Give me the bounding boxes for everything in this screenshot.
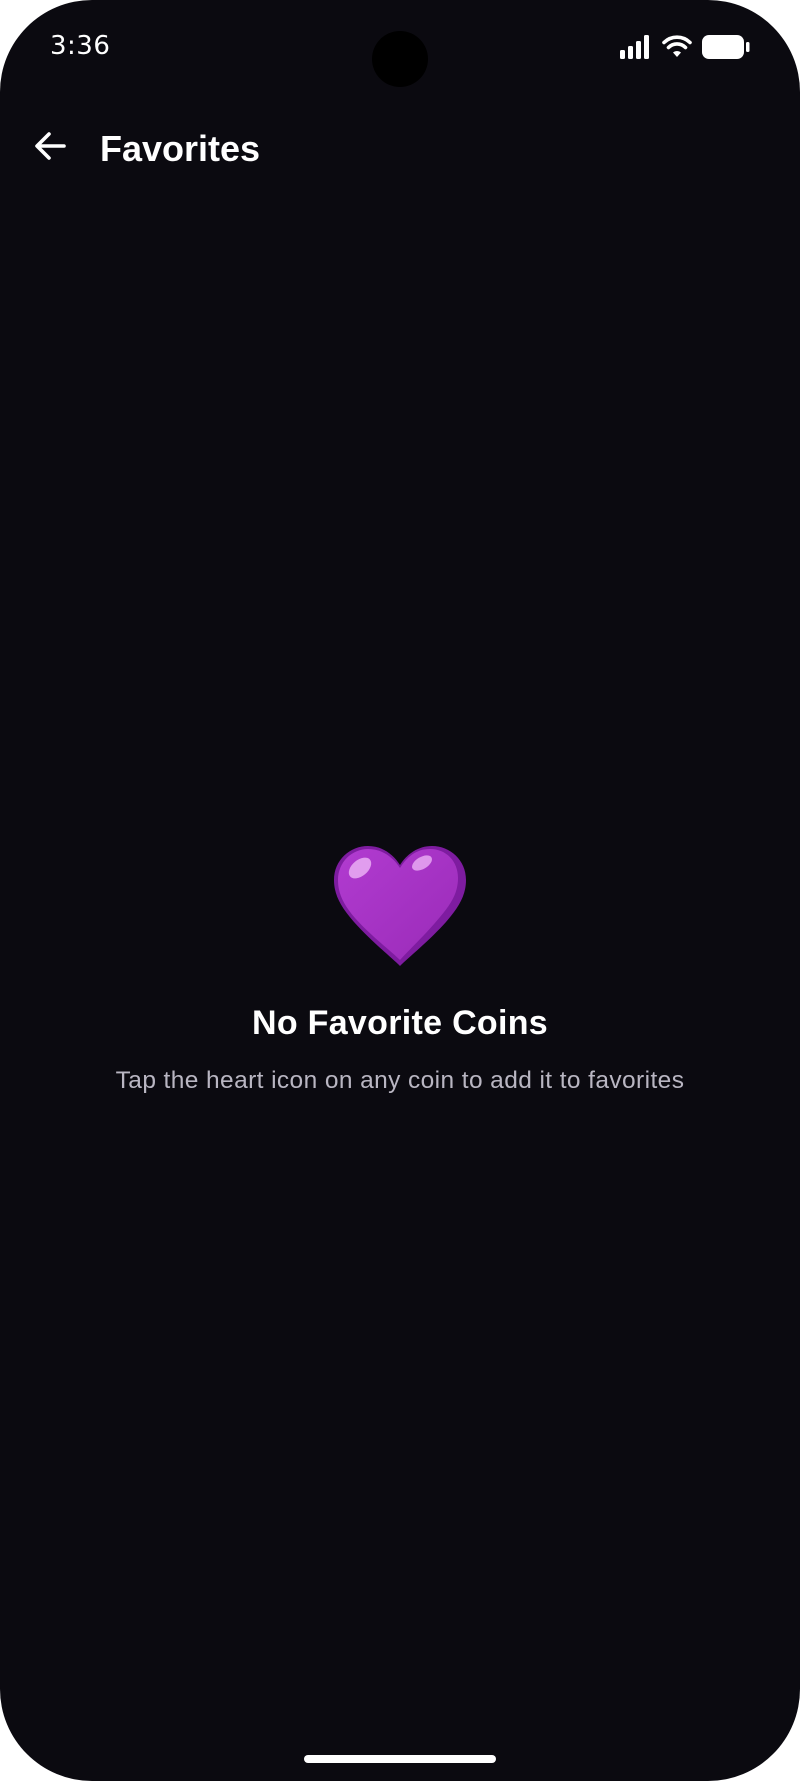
home-indicator[interactable]: [304, 1755, 496, 1763]
app-bar: Favorites: [0, 110, 800, 190]
battery-icon: [702, 35, 750, 59]
empty-state-subtitle: Tap the heart icon on any coin to add it…: [115, 1067, 685, 1094]
front-camera: [372, 31, 428, 87]
status-bar: 3:36: [0, 0, 800, 96]
status-icons: [620, 34, 750, 60]
status-time: 3:36: [50, 31, 111, 61]
back-button[interactable]: [24, 120, 76, 172]
signal-icon: [620, 35, 649, 59]
wifi-icon: [662, 35, 692, 57]
purple-heart-icon: [330, 840, 470, 970]
empty-state-title: No Favorite Coins: [251, 1004, 549, 1042]
arrow-left-icon: [35, 132, 66, 160]
page-title: Favorites: [100, 128, 261, 169]
phone-screen: 3:36 Favorites No Favorite Coins Tap the…: [0, 0, 800, 1781]
empty-state: No Favorite Coins Tap the heart icon on …: [0, 840, 800, 1095]
